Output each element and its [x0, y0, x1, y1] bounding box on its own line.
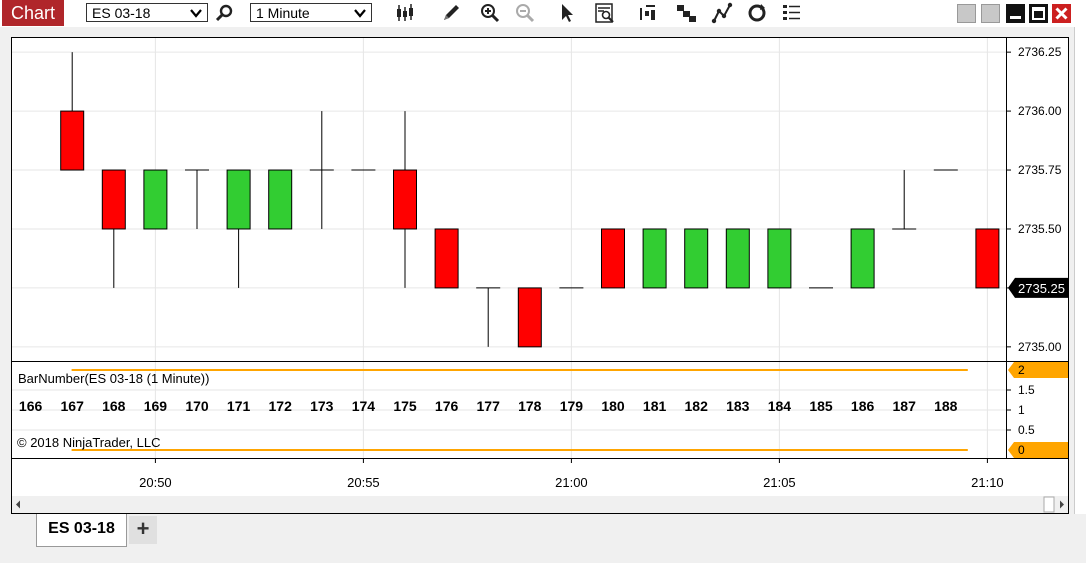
interval-selector[interactable]: 1 Minute	[250, 3, 372, 22]
candle-body	[642, 228, 667, 289]
candlestick-chart[interactable]: 2735.00 2735.25 2735.50 2735.75 2736.00 2736.…	[12, 38, 1068, 513]
bar-number-label: 171	[227, 398, 251, 414]
time-tick-label: 20:50	[139, 475, 172, 490]
candle-body	[850, 228, 875, 289]
chart-panel[interactable]: 2735.00 2735.25 2735.50 2735.75 2736.00 2736.…	[11, 37, 1069, 514]
strategy-icon[interactable]	[638, 2, 660, 24]
bar-number-label: 180	[601, 398, 625, 414]
bar-number-label: 170	[185, 398, 209, 414]
indicators-icon[interactable]	[675, 2, 697, 24]
bar-number-label: 183	[726, 398, 750, 414]
price-tick-label: 2735.50	[1018, 222, 1062, 236]
time-tick-label: 21:05	[763, 475, 796, 490]
maximize-icon[interactable]	[1029, 4, 1048, 23]
bar-number-label: 184	[768, 398, 792, 414]
candle-body	[101, 169, 126, 230]
zoom-out-icon[interactable]	[513, 2, 535, 24]
bar-number-label: 187	[893, 398, 917, 414]
indicator-tick-label: 1.5	[1018, 383, 1035, 397]
data-box-icon[interactable]	[594, 2, 616, 24]
bar-number-label: 177	[477, 398, 501, 414]
bar-number-label: 168	[102, 398, 126, 414]
instrument-value: ES 03-18	[92, 5, 151, 21]
candle-body	[601, 228, 625, 289]
candle-body	[434, 228, 459, 289]
pointer-icon[interactable]	[556, 2, 578, 24]
current-price-label: 2735.25	[1018, 281, 1065, 296]
bar-number-label: 175	[393, 398, 417, 414]
refresh-icon[interactable]	[746, 2, 768, 24]
indicator-level-label: 0	[1018, 443, 1025, 457]
chart-toolbar: Chart ES 03-18 1 Minute	[0, 0, 1086, 27]
candle-body	[975, 228, 1000, 289]
indicator-tick-label: 1	[1018, 403, 1025, 417]
bar-number-label: 188	[934, 398, 958, 414]
indicator-level-marker	[1008, 362, 1068, 378]
candle-body	[143, 169, 168, 230]
bar-number-label: 186	[851, 398, 875, 414]
scroll-thumb[interactable]	[1043, 496, 1055, 513]
bar-number-label: 179	[560, 398, 584, 414]
properties-list-icon[interactable]	[781, 2, 803, 24]
candle-body	[393, 169, 417, 230]
drawing-tools-icon[interactable]	[711, 2, 733, 24]
price-tick-label: 2735.75	[1018, 163, 1062, 177]
interval-value: 1 Minute	[256, 5, 310, 21]
time-tick-label: 20:55	[347, 475, 380, 490]
bars-type-icon[interactable]	[394, 2, 416, 24]
candle-body	[725, 228, 750, 289]
bar-number-label: 173	[310, 398, 334, 414]
price-tick-label: 2735.00	[1018, 340, 1062, 354]
chart-window-title: Chart	[2, 0, 64, 26]
search-icon[interactable]	[214, 2, 236, 24]
bar-number-label: 181	[643, 398, 667, 414]
bar-number-label: 174	[352, 398, 376, 414]
bar-number-label: 172	[269, 398, 293, 414]
horizontal-scrollbar[interactable]	[12, 496, 1068, 513]
add-tab-button[interactable]: +	[129, 516, 157, 544]
indicator-level-label: 2	[1018, 363, 1025, 377]
bar-number-label: 182	[685, 398, 709, 414]
bar-number-label: 166	[19, 398, 43, 414]
candle-body	[517, 287, 542, 348]
candle-body	[684, 228, 709, 289]
window-mode-button[interactable]	[957, 4, 976, 23]
close-icon[interactable]	[1052, 4, 1071, 23]
tab-bar	[0, 514, 1086, 563]
candle-body	[226, 169, 251, 230]
time-tick-label: 21:00	[555, 475, 588, 490]
bar-number-label: 169	[144, 398, 168, 414]
bar-number-label: 176	[435, 398, 459, 414]
bar-number-label: 185	[809, 398, 833, 414]
tab-es-03-18[interactable]: ES 03-18	[36, 514, 127, 547]
draw-pencil-icon[interactable]	[440, 2, 462, 24]
minimize-icon[interactable]	[1006, 4, 1025, 23]
time-tick-label: 21:10	[971, 475, 1004, 490]
zoom-in-icon[interactable]	[478, 2, 500, 24]
indicator-tick-label: 0.5	[1018, 423, 1035, 437]
indicator-level-marker	[1008, 442, 1068, 458]
window-edge	[1074, 27, 1086, 557]
chevron-down-icon	[354, 9, 366, 18]
price-tick-label: 2736.25	[1018, 45, 1062, 59]
chevron-down-icon	[190, 9, 202, 18]
instrument-selector[interactable]: ES 03-18	[86, 3, 208, 22]
copyright-label: © 2018 NinjaTrader, LLC	[17, 435, 161, 450]
window-mode-button[interactable]	[981, 4, 1000, 23]
bar-number-label: 167	[61, 398, 85, 414]
price-tick-label: 2736.00	[1018, 104, 1062, 118]
candle-body	[60, 110, 85, 171]
bar-number-label: 178	[518, 398, 542, 414]
indicator-label: BarNumber(ES 03-18 (1 Minute))	[18, 371, 209, 386]
candle-body	[268, 169, 293, 230]
candle-body	[767, 228, 792, 289]
